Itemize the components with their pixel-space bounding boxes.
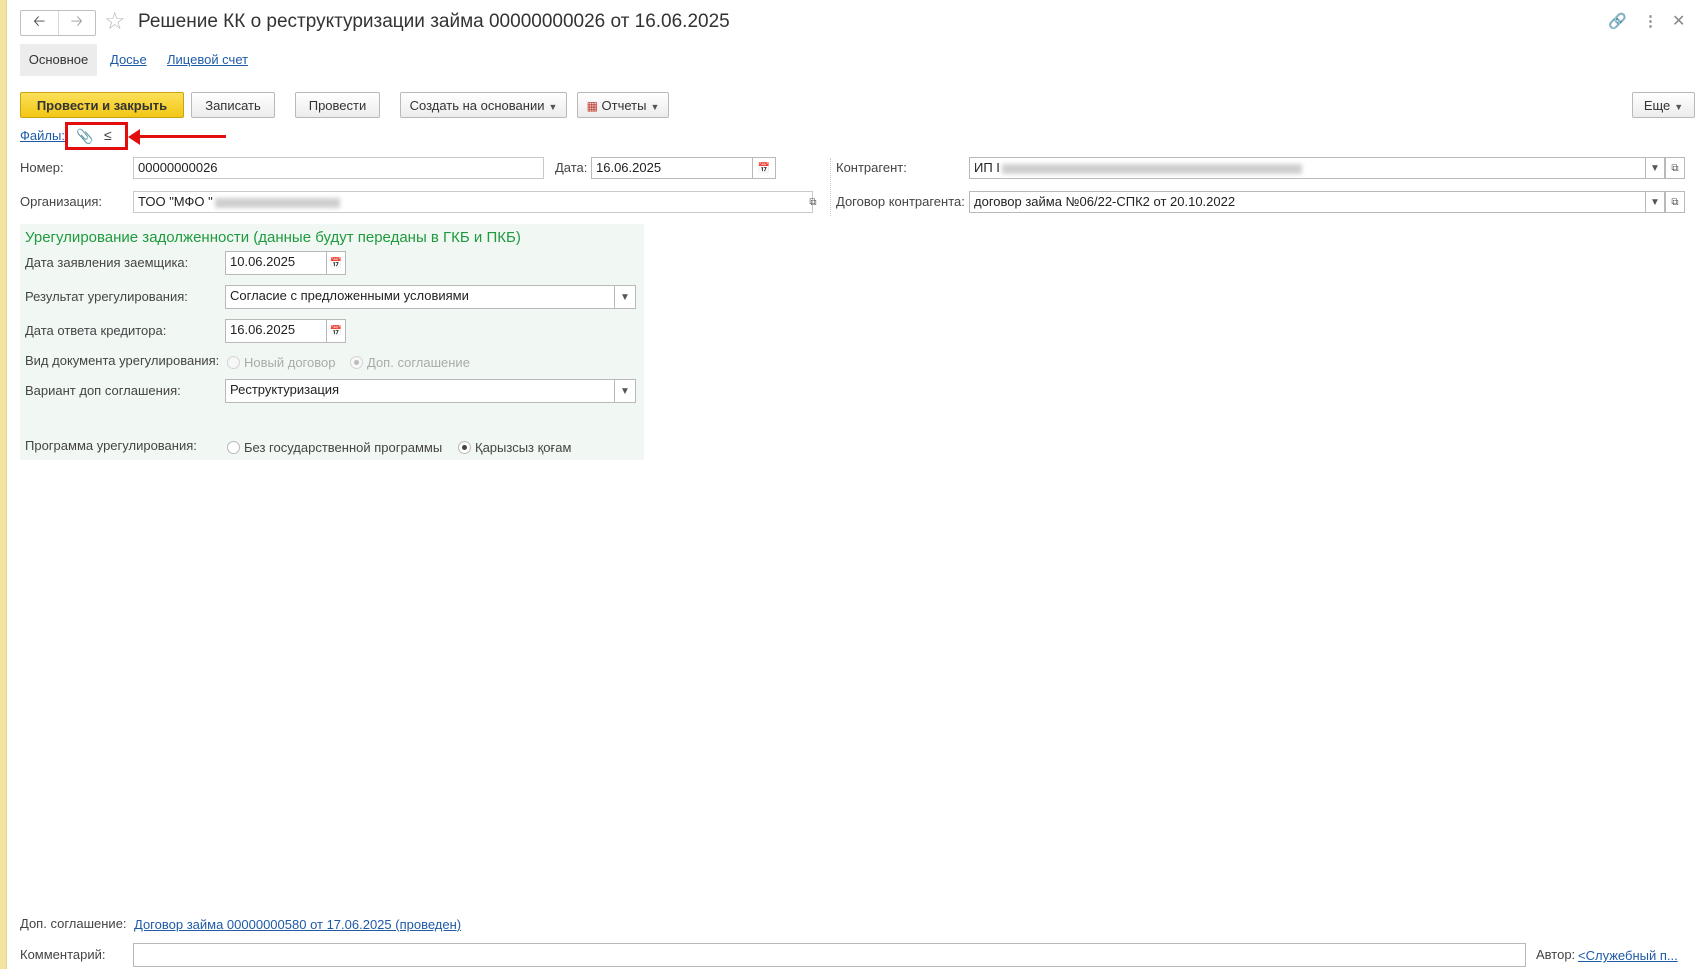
contract-label: Договор контрагента: bbox=[836, 194, 965, 209]
tab-dossier[interactable]: Досье bbox=[110, 44, 147, 76]
window-edge-bar bbox=[0, 0, 7, 969]
back-arrow-icon[interactable]: 🡠 bbox=[21, 11, 59, 35]
contractor-field[interactable]: ИП I bbox=[969, 157, 1646, 179]
application-date-label: Дата заявления заемщика: bbox=[25, 255, 189, 270]
radio-button[interactable] bbox=[227, 356, 240, 370]
program-label: Программа урегулирования: bbox=[25, 438, 197, 453]
contractor-value: ИП I bbox=[974, 160, 1000, 175]
favorite-star-icon[interactable]: ☆ bbox=[104, 8, 126, 36]
radio-button[interactable] bbox=[227, 441, 240, 455]
contractor-open-icon[interactable]: ⧉ bbox=[1665, 157, 1685, 179]
files-link[interactable]: Файлы: bbox=[20, 128, 65, 143]
tab-personal-account[interactable]: Лицевой счет bbox=[167, 44, 248, 76]
save-button[interactable]: Записать bbox=[191, 92, 275, 118]
organization-open-icon[interactable]: ⧉ bbox=[803, 191, 823, 213]
doc-kind-option-new[interactable]: Новый договор bbox=[227, 354, 335, 370]
tab-main[interactable]: Основное bbox=[20, 44, 97, 76]
addendum-link[interactable]: Договор займа 00000000580 от 17.06.2025 … bbox=[134, 917, 461, 932]
contract-dropdown-icon[interactable]: ▼ bbox=[1645, 191, 1665, 213]
column-divider bbox=[830, 158, 831, 216]
more-button[interactable]: Еще ▼ bbox=[1632, 92, 1695, 118]
radio-button[interactable] bbox=[458, 441, 471, 455]
annotation-highlight-box bbox=[65, 122, 128, 150]
organization-label: Организация: bbox=[20, 194, 103, 209]
comment-label: Комментарий: bbox=[20, 947, 106, 962]
more-vertical-icon[interactable]: ⋮ bbox=[1643, 12, 1658, 32]
contractor-dropdown-icon[interactable]: ▼ bbox=[1645, 157, 1665, 179]
reports-button[interactable]: ▦ Отчеты ▼ bbox=[577, 92, 669, 118]
chevron-down-icon: ▼ bbox=[650, 102, 660, 112]
application-date-field[interactable]: 10.06.2025 bbox=[225, 251, 327, 275]
doc-kind-label: Вид документа урегулирования: bbox=[25, 353, 220, 368]
annotation-arrowhead bbox=[128, 129, 140, 145]
create-based-on-label: Создать на основании bbox=[409, 98, 545, 113]
paperclip-icon[interactable]: 📎 bbox=[76, 128, 93, 145]
organization-field[interactable]: ТОО "МФО " bbox=[133, 191, 813, 213]
link-icon[interactable]: 🔗 bbox=[1608, 12, 1627, 32]
contractor-label: Контрагент: bbox=[836, 160, 907, 175]
close-icon[interactable]: ✕ bbox=[1672, 12, 1685, 32]
date-field[interactable]: 16.06.2025 bbox=[591, 157, 753, 179]
redacted-text bbox=[214, 197, 340, 208]
author-link[interactable]: <Служебный п... bbox=[1578, 948, 1678, 963]
chevron-down-icon: ▼ bbox=[548, 102, 558, 112]
calendar-icon[interactable]: 📅 bbox=[752, 157, 776, 179]
reports-label: Отчеты bbox=[601, 98, 647, 113]
result-label: Результат урегулирования: bbox=[25, 289, 188, 304]
reply-date-field[interactable]: 16.06.2025 bbox=[225, 319, 327, 343]
settlement-group-title: Урегулирование задолженности (данные буд… bbox=[25, 229, 521, 246]
report-chart-icon: ▦ bbox=[586, 99, 598, 113]
chevron-down-icon[interactable]: ▼ bbox=[614, 285, 636, 309]
calendar-icon[interactable]: 📅 bbox=[326, 251, 346, 275]
chevron-down-icon[interactable]: ▼ bbox=[614, 379, 636, 403]
doc-kind-option-addendum[interactable]: Доп. соглашение bbox=[350, 354, 470, 370]
program-option-none[interactable]: Без государственной программы bbox=[227, 439, 442, 455]
date-label: Дата: bbox=[555, 160, 588, 175]
author-label: Автор: bbox=[1536, 947, 1576, 962]
variant-select[interactable]: Реструктуризация bbox=[225, 379, 615, 403]
navigation-buttons: 🡠 🡢 bbox=[20, 10, 96, 36]
comment-field[interactable] bbox=[133, 943, 1526, 967]
annotation-arrow bbox=[136, 135, 226, 138]
create-based-on-button[interactable]: Создать на основании ▼ bbox=[400, 92, 567, 118]
chevron-down-icon: ▼ bbox=[1674, 102, 1684, 112]
program-option-debt-free[interactable]: Қарызсыз қоғам bbox=[458, 439, 571, 455]
calendar-icon[interactable]: 📅 bbox=[326, 319, 346, 343]
number-label: Номер: bbox=[20, 160, 64, 175]
more-label: Еще bbox=[1643, 98, 1671, 113]
variant-label: Вариант доп соглашения: bbox=[25, 383, 181, 398]
result-select[interactable]: Согласие с предложенными условиями bbox=[225, 285, 615, 309]
number-field[interactable]: 00000000026 bbox=[133, 157, 544, 179]
contract-field[interactable]: договор займа №06/22-СПК2 от 20.10.2022 bbox=[969, 191, 1646, 213]
post-and-close-button[interactable]: Провести и закрыть bbox=[20, 92, 184, 118]
edit-files-icon[interactable]: ≤ bbox=[104, 127, 112, 143]
contract-open-icon[interactable]: ⧉ bbox=[1665, 191, 1685, 213]
radio-button[interactable] bbox=[350, 356, 363, 370]
page-title: Решение КК о реструктуризации займа 0000… bbox=[138, 11, 730, 32]
post-button[interactable]: Провести bbox=[295, 92, 380, 118]
organization-value: ТОО "МФО " bbox=[138, 194, 213, 209]
addendum-label: Доп. соглашение: bbox=[20, 916, 127, 931]
forward-arrow-icon[interactable]: 🡢 bbox=[59, 11, 96, 35]
reply-date-label: Дата ответа кредитора: bbox=[25, 323, 167, 338]
redacted-text bbox=[1001, 163, 1302, 174]
